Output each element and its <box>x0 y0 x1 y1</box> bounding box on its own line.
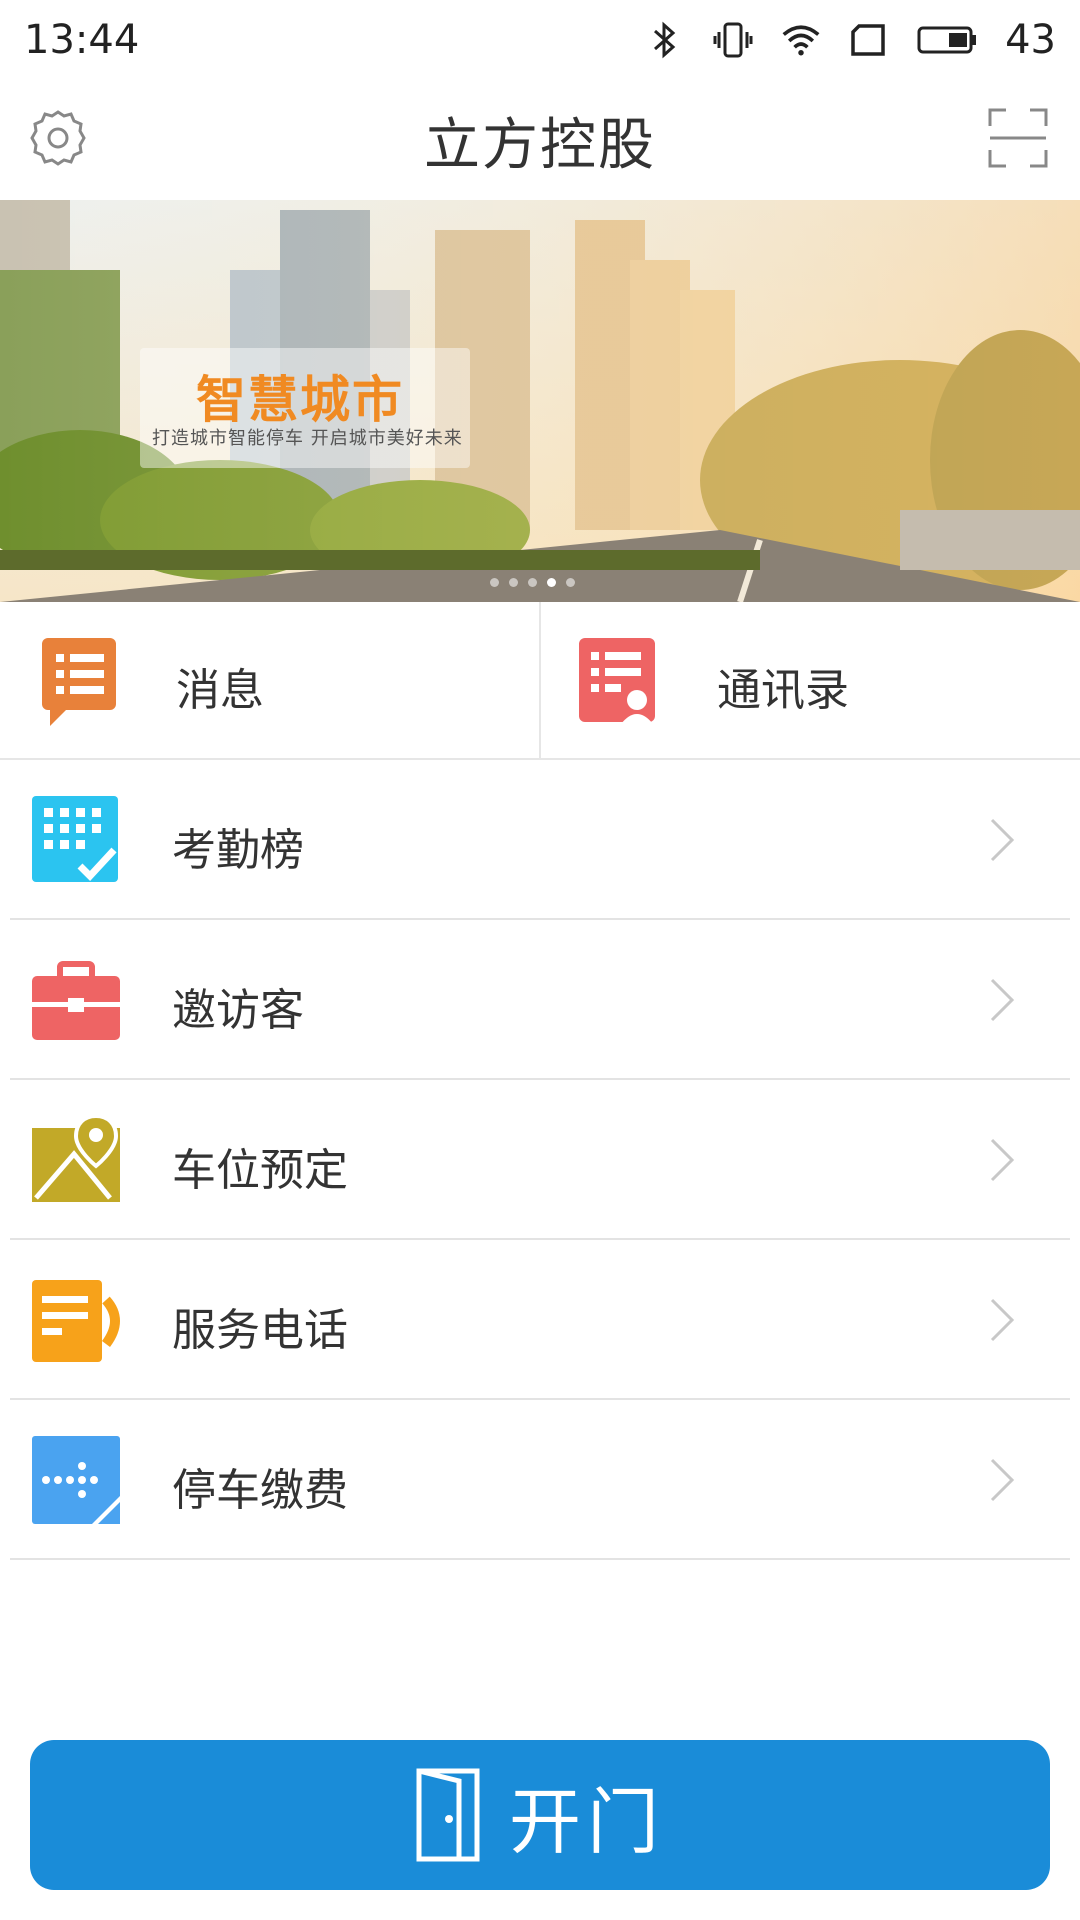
quick-action-label: 消息 <box>176 665 264 716</box>
carousel-dot[interactable] <box>490 578 499 587</box>
bluetooth-icon <box>645 20 685 60</box>
status-icons: 43 <box>645 17 1056 63</box>
page-title: 立方控股 <box>424 112 656 178</box>
parking-pay-icon <box>30 1434 122 1526</box>
menu-item-invite-visitor[interactable]: 邀访客 <box>10 920 1070 1080</box>
chevron-right-icon <box>986 1456 1018 1504</box>
menu-item-parking-reservation[interactable]: 车位预定 <box>10 1080 1070 1240</box>
menu-item-service-phone[interactable]: 服务电话 <box>10 1240 1070 1400</box>
banner-subtitle: 打造城市智能停车 开启城市美好未来 <box>152 428 463 449</box>
briefcase-icon <box>30 954 122 1046</box>
quick-action-messages[interactable]: 消息 <box>0 602 539 758</box>
carousel-indicator <box>490 578 575 587</box>
menu-item-label: 邀访客 <box>172 985 304 1036</box>
battery-icon <box>917 20 977 60</box>
menu-item-parking-payment[interactable]: 停车缴费 <box>10 1400 1070 1560</box>
open-door-button[interactable]: 开门 <box>30 1740 1050 1890</box>
chevron-right-icon <box>986 976 1018 1024</box>
open-door-label: 开门 <box>508 1779 665 1864</box>
map-pin-icon <box>30 1113 122 1206</box>
status-time: 13:44 <box>24 17 140 63</box>
chevron-right-icon <box>986 1296 1018 1344</box>
wifi-icon <box>781 20 821 60</box>
menu-item-attendance[interactable]: 考勤榜 <box>10 760 1070 920</box>
carousel-dot[interactable] <box>566 578 575 587</box>
banner-carousel[interactable]: 智慧城市 打造城市智能停车 开启城市美好未来 <box>0 200 1080 602</box>
scan-button[interactable] <box>980 102 1056 178</box>
menu-list: 考勤榜 邀访客 车位预定 服务电话 停车缴费 <box>10 760 1070 1560</box>
attendance-icon <box>30 794 122 886</box>
menu-item-label: 服务电话 <box>172 1305 348 1356</box>
door-icon <box>415 1767 481 1863</box>
settings-button[interactable] <box>20 102 96 178</box>
message-icon <box>40 634 120 730</box>
battery-level: 43 <box>1005 17 1056 63</box>
banner-title: 智慧城市 <box>196 371 404 429</box>
quick-action-contacts[interactable]: 通讯录 <box>539 602 1080 758</box>
sim-icon <box>849 20 889 60</box>
app-header: 立方控股 <box>0 80 1080 200</box>
carousel-dot[interactable] <box>528 578 537 587</box>
quick-action-label: 通讯录 <box>717 665 849 716</box>
carousel-dot-active[interactable] <box>547 578 556 587</box>
contacts-icon <box>577 634 657 730</box>
chevron-right-icon <box>986 816 1018 864</box>
vibrate-icon <box>713 20 753 60</box>
settings-icon <box>26 106 90 174</box>
menu-item-label: 车位预定 <box>172 1145 348 1196</box>
menu-item-label: 停车缴费 <box>172 1465 348 1516</box>
status-bar: 13:44 43 <box>0 0 1080 80</box>
quick-actions: 消息 通讯录 <box>0 602 1080 760</box>
scan-icon <box>986 106 1050 174</box>
menu-item-label: 考勤榜 <box>172 825 304 876</box>
chevron-right-icon <box>986 1136 1018 1184</box>
carousel-dot[interactable] <box>509 578 518 587</box>
service-phone-icon <box>30 1274 122 1366</box>
